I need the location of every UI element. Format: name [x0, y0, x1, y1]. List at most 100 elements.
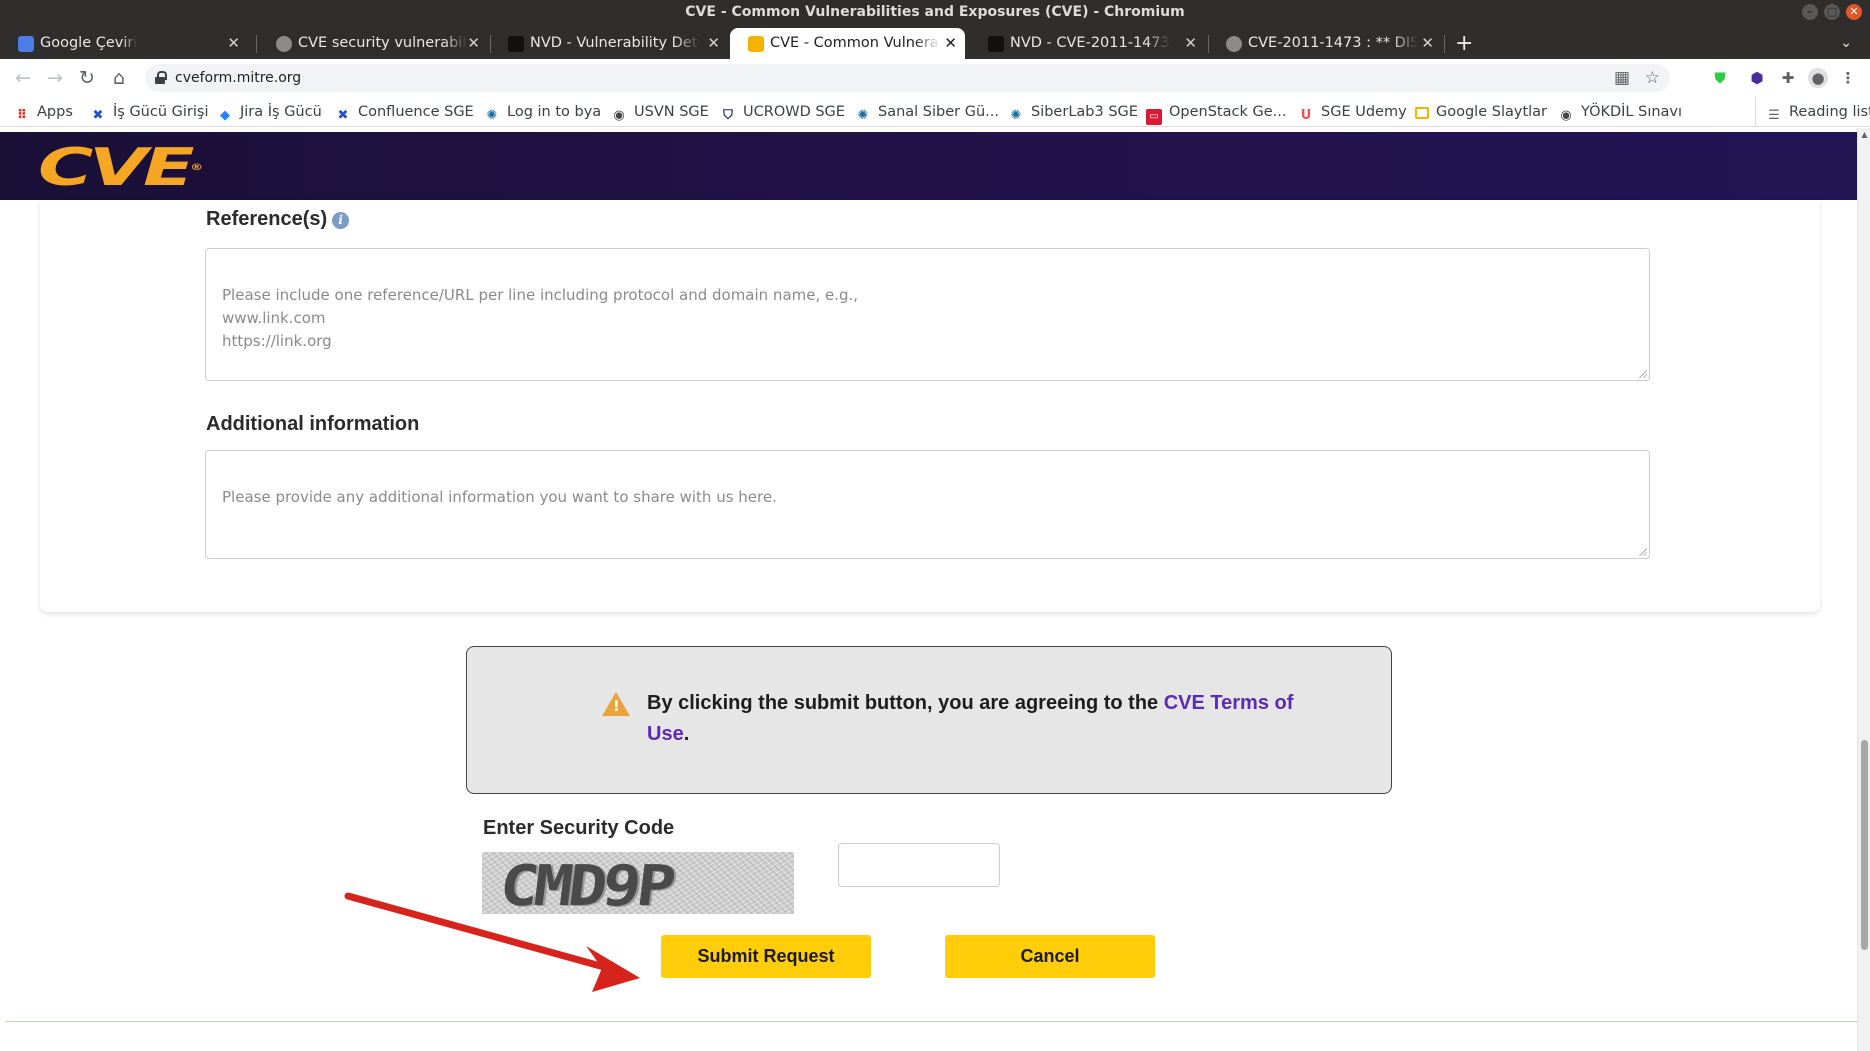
shield-extension-icon[interactable]: ⛊: [1710, 68, 1730, 88]
tab-cvedetails[interactable]: CVE-2011-1473 : ** DISPU ✕: [1208, 28, 1442, 59]
slides-icon: [1415, 107, 1429, 119]
forward-arrow-icon[interactable]: →: [40, 59, 70, 97]
bookmark-sanal-siber[interactable]: ✺ Sanal Siber Gü...: [855, 97, 999, 127]
scrollbar-thumb[interactable]: [1861, 740, 1868, 950]
minimize-icon[interactable]: –: [1802, 4, 1818, 20]
tab-search-icon[interactable]: ⌄: [1840, 28, 1852, 59]
window-controls: – □ ✕: [1802, 4, 1862, 20]
bookmark-label: Confluence SGE: [358, 104, 474, 120]
annotation-arrow: [344, 892, 640, 992]
extension-badge-icon[interactable]: ⬢: [1747, 68, 1767, 88]
tab-close-icon[interactable]: ✕: [467, 28, 480, 59]
site-header: CVE®: [0, 132, 1857, 200]
page-viewport: CVE® Reference(s) i Please include one re…: [0, 128, 1870, 1051]
bookmark-label: UCROWD SGE: [743, 104, 845, 120]
cve-logo[interactable]: CVE®: [38, 142, 203, 194]
tab-close-icon[interactable]: ✕: [1421, 28, 1434, 59]
maximize-icon[interactable]: □: [1824, 4, 1840, 20]
bookmark-google-slaytlar[interactable]: Google Slaytlar: [1415, 97, 1547, 127]
lock-icon[interactable]: [155, 71, 167, 84]
cancel-button[interactable]: Cancel: [945, 935, 1155, 978]
security-code-label: Enter Security Code: [483, 817, 675, 839]
tab-close-icon[interactable]: ✕: [707, 28, 720, 59]
footer-divider: [5, 1021, 1857, 1022]
globe-icon: [1226, 36, 1242, 52]
bya-icon: ✺: [486, 108, 498, 123]
profile-avatar-icon[interactable]: ●: [1808, 68, 1828, 88]
tab-nvd-cve[interactable]: NVD - CVE-2011-1473 ✕: [970, 28, 1205, 59]
bookmark-siberlab3[interactable]: ✺ SiberLab3 SGE: [1008, 97, 1138, 127]
globe-icon: ◉: [613, 108, 625, 123]
warning-icon: !: [602, 692, 630, 716]
tab-strip: Google Çeviri ✕ CVE security vulnerabili…: [0, 25, 1870, 59]
additional-info-textarea[interactable]: Please provide any additional informatio…: [205, 450, 1650, 559]
bookmark-label: İş Gücü Girişi: [113, 104, 209, 120]
tab-separator: [256, 35, 257, 53]
globe-icon: [276, 36, 292, 52]
jira-icon: ◆: [220, 108, 230, 123]
references-label-text: Reference(s): [206, 208, 328, 230]
bookmark-label: Jira İş Gücü: [240, 104, 322, 120]
bookmark-ucrowd[interactable]: ⛉ UCROWD SGE: [720, 97, 845, 127]
tab-title: Google Çeviri: [40, 35, 138, 51]
bookmark-sge-udemy[interactable]: U SGE Udemy: [1298, 97, 1407, 127]
kebab-menu-icon[interactable]: ⋮: [1838, 68, 1858, 88]
bookmark-log-in-bya[interactable]: ✺ Log in to bya: [484, 97, 602, 127]
back-arrow-icon[interactable]: ←: [8, 59, 38, 97]
reading-list-label: Reading list: [1789, 104, 1870, 120]
url-text[interactable]: cveform.mitre.org: [175, 64, 301, 92]
terms-notice-text: By clicking the submit button, you are a…: [647, 688, 1327, 750]
references-textarea[interactable]: Please include one reference/URL per lin…: [205, 248, 1650, 381]
terms-notice: ! By clicking the submit button, you are…: [466, 646, 1392, 794]
reading-list-button[interactable]: ☰ Reading list: [1755, 97, 1870, 127]
tab-google-ceviri[interactable]: Google Çeviri ✕: [0, 28, 248, 59]
scroll-up-icon[interactable]: ▲: [1860, 130, 1869, 139]
bookmark-star-icon[interactable]: ☆: [1645, 64, 1660, 92]
bookmark-apps[interactable]: ⠿ Apps: [14, 97, 73, 127]
tab-title: CVE-2011-1473 : ** DISPU: [1248, 35, 1418, 51]
bookmark-usvn[interactable]: ◉ USVN SGE: [611, 97, 709, 127]
references-placeholder: Please include one reference/URL per lin…: [222, 286, 859, 350]
tab-nvd-detail[interactable]: NVD - Vulnerability Detail ✕: [490, 28, 728, 59]
globe-icon: ◉: [1560, 108, 1572, 123]
tab-close-icon[interactable]: ✕: [1184, 28, 1197, 59]
security-code-input[interactable]: [838, 843, 1000, 887]
tab-cve-active[interactable]: CVE - Common Vulnerabil ✕: [730, 28, 965, 59]
bookmark-openstack[interactable]: ▭ OpenStack Ge...: [1146, 97, 1286, 127]
scrollbar[interactable]: ▲: [1857, 128, 1870, 1051]
references-label: Reference(s) i: [206, 208, 350, 231]
puzzle-extensions-icon[interactable]: ✚: [1778, 68, 1798, 88]
bookmark-label: YÖKDİL Sınavı: [1581, 104, 1683, 120]
home-icon[interactable]: ⌂: [104, 59, 134, 97]
bookmark-label: Apps: [37, 104, 73, 120]
submit-request-button[interactable]: Submit Request: [661, 935, 871, 978]
tab-title: CVE - Common Vulnerabil: [770, 35, 940, 51]
info-icon[interactable]: i: [332, 212, 350, 229]
window-title: CVE - Common Vulnerabilities and Exposur…: [685, 4, 1185, 20]
tab-close-icon[interactable]: ✕: [944, 28, 957, 59]
bookmark-label: Sanal Siber Gü...: [878, 104, 999, 120]
tab-cve-security[interactable]: CVE security vulnerability ✕: [258, 28, 488, 59]
cve-icon: [748, 36, 764, 52]
nvd-icon: [508, 36, 524, 52]
window-title-bar: CVE - Common Vulnerabilities and Exposur…: [0, 0, 1870, 25]
close-window-icon[interactable]: ✕: [1846, 4, 1862, 20]
bookmark-is-gucu-girisi[interactable]: ✖ İş Gücü Girişi: [90, 97, 209, 127]
resize-handle-icon[interactable]: [1639, 548, 1647, 556]
logo-text: CVE: [38, 138, 195, 198]
new-tab-icon[interactable]: +: [1455, 28, 1473, 59]
bookmark-yokdil[interactable]: ◉ YÖKDİL Sınavı: [1558, 97, 1682, 127]
reload-icon[interactable]: ↻: [72, 59, 102, 97]
tab-close-icon[interactable]: ✕: [227, 28, 240, 59]
bookmarks-bar: ⠿ Apps ✖ İş Gücü Girişi ◆ Jira İş Gücü ✖ Con…: [0, 97, 1870, 127]
address-bar[interactable]: cveform.mitre.org ▦ ☆: [145, 64, 1670, 92]
arrow-head: [586, 946, 640, 992]
resize-handle-icon[interactable]: [1639, 370, 1647, 378]
tab-separator: [1444, 35, 1445, 53]
bookmark-label: USVN SGE: [634, 104, 709, 120]
additional-info-label: Additional information: [206, 413, 420, 435]
bookmark-jira[interactable]: ◆ Jira İş Gücü: [217, 97, 322, 127]
qr-code-icon[interactable]: ▦: [1614, 64, 1630, 92]
bookmark-label: SGE Udemy: [1321, 104, 1407, 120]
bookmark-confluence-sge[interactable]: ✖ Confluence SGE: [335, 97, 474, 127]
